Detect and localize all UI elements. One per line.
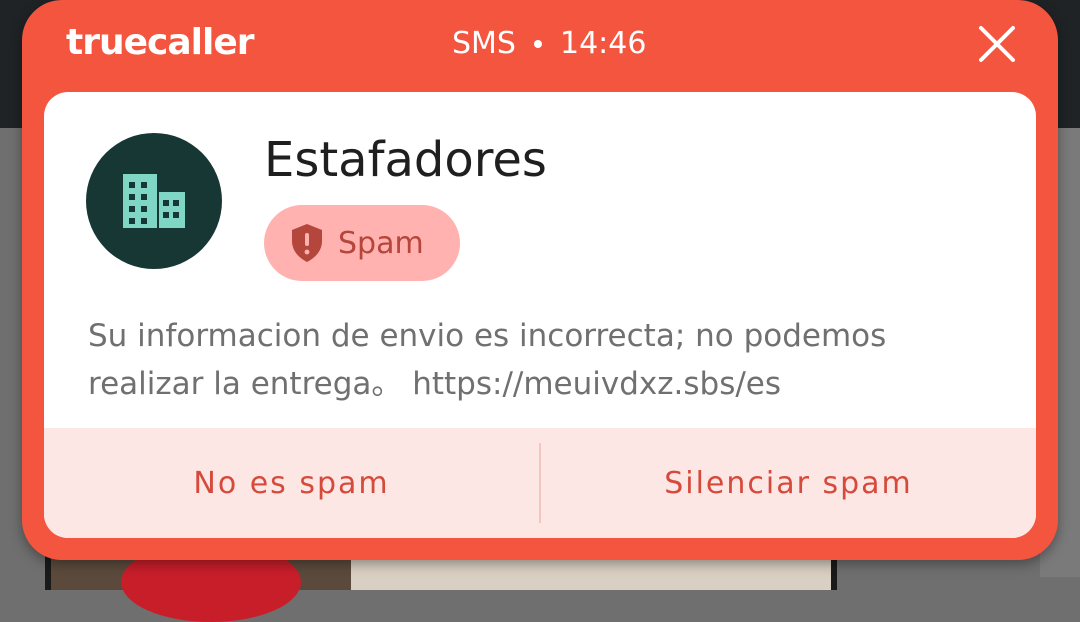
message-time: 14:46 [559, 26, 647, 61]
close-button[interactable] [977, 24, 1017, 64]
message-card: Estafadores Spam Su informacion de envio… [44, 92, 1036, 538]
truecaller-sms-popup: truecaller SMS 14:46 Estafadores Spam Su… [22, 0, 1058, 560]
shield-alert-icon [292, 224, 322, 262]
not-spam-button[interactable]: No es spam [44, 428, 539, 538]
building-icon [123, 174, 185, 228]
message-body[interactable]: Su informacion de envio es incorrecta; n… [88, 312, 1008, 408]
message-meta: SMS 14:46 [452, 26, 646, 61]
separator-dot [533, 39, 542, 48]
mute-spam-button[interactable]: Silenciar spam [541, 428, 1036, 538]
truecaller-logo: truecaller [66, 22, 254, 63]
spam-badge: Spam [264, 205, 460, 281]
sender-avatar [86, 133, 222, 269]
close-icon [979, 26, 1015, 62]
action-bar: No es spam Silenciar spam [44, 428, 1036, 538]
channel-label: SMS [452, 26, 516, 61]
spam-badge-label: Spam [338, 225, 424, 261]
sender-name: Estafadores [264, 132, 547, 188]
